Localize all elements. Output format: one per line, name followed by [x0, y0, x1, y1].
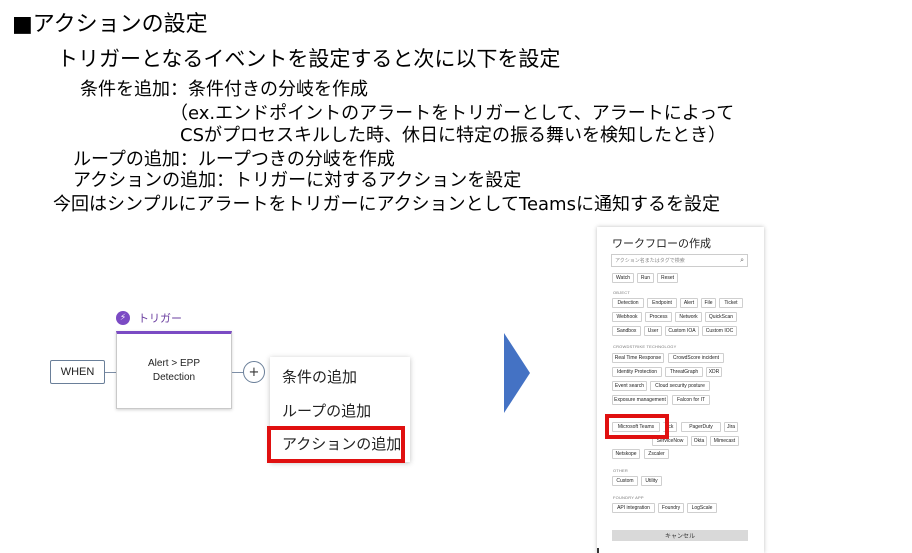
- slide-line-2: 条件を追加：条件付きの分岐を作成: [80, 79, 368, 100]
- chip-user[interactable]: User: [644, 326, 662, 336]
- lightning-icon: ⚡: [116, 311, 130, 325]
- cursor-mark: [597, 548, 599, 553]
- chip-file[interactable]: File: [701, 298, 716, 308]
- trigger-header: ⚡ トリガー: [116, 310, 182, 326]
- trigger-node-line1: Alert > EPP: [148, 358, 200, 369]
- chip-sandbox[interactable]: Sandbox: [612, 326, 641, 336]
- search-placeholder: アクション名またはタグで検索: [615, 258, 685, 264]
- chip-webhook[interactable]: Webhook: [612, 312, 642, 322]
- chip-crowdscore-incident[interactable]: CrowdScore incident: [668, 353, 724, 363]
- highlight-box-teams: [605, 414, 669, 439]
- chip-logscale[interactable]: LogScale: [687, 503, 717, 513]
- chip-netskope[interactable]: Netskope: [612, 449, 640, 459]
- section-foundry: FOUNDRY APP: [613, 495, 644, 500]
- connector-line-2: [232, 372, 243, 373]
- slide-line-1: トリガーとなるイベントを設定すると次に以下を設定: [57, 47, 561, 71]
- chip-network[interactable]: Network: [675, 312, 702, 322]
- chip-jira[interactable]: Jira: [724, 422, 738, 432]
- chip-quickscan[interactable]: QuickScan: [705, 312, 737, 322]
- chip-exposure-management[interactable]: Exposure management: [612, 395, 668, 405]
- trigger-label: トリガー: [138, 312, 182, 325]
- slide-title: ■アクションの設定: [12, 12, 208, 37]
- trigger-node-line2: Detection: [152, 372, 196, 383]
- chip-threatgraph[interactable]: ThreatGraph: [665, 367, 703, 377]
- slide-line-6: アクションの追加：トリガーに対するアクションを設定: [73, 170, 522, 191]
- chip-xdr[interactable]: XDR: [706, 367, 722, 377]
- right-arrow-icon: [504, 333, 530, 413]
- add-step-button[interactable]: +: [243, 361, 265, 383]
- workflow-create-panel: ワークフローの作成 アクション名またはタグで検索 ⌕ Watch Run Res…: [597, 227, 764, 553]
- chip-custom[interactable]: Custom: [612, 476, 638, 486]
- chip-run[interactable]: Run: [637, 273, 654, 283]
- chip-identity-protection[interactable]: Identity Protection: [612, 367, 662, 377]
- chip-utility[interactable]: Utility: [641, 476, 662, 486]
- chip-process[interactable]: Process: [645, 312, 672, 322]
- search-input[interactable]: アクション名またはタグで検索 ⌕: [611, 254, 748, 267]
- section-other: OTHER: [613, 468, 628, 473]
- chip-real-time-response[interactable]: Real Time Response: [612, 353, 664, 363]
- menu-item-add-condition[interactable]: 条件の追加: [270, 360, 410, 393]
- chip-mimecast[interactable]: Mimecast: [710, 436, 739, 446]
- cancel-button[interactable]: キャンセル: [612, 530, 748, 541]
- menu-item-add-loop[interactable]: ループの追加: [270, 394, 410, 427]
- section-crowdstrike: CROWDSTRIKE TECHNOLOGY: [613, 344, 677, 349]
- slide-line-4: CSがプロセスキルした時、休日に特定の振る舞いを検知したとき）: [180, 125, 726, 146]
- trigger-node[interactable]: Alert > EPP Detection: [116, 331, 232, 409]
- chip-alert[interactable]: Alert: [680, 298, 698, 308]
- chip-pagerduty[interactable]: PagerDuty: [681, 422, 721, 432]
- chip-watch[interactable]: Watch: [612, 273, 634, 283]
- chip-falcon-for-it[interactable]: Falcon for IT: [672, 395, 710, 405]
- chip-ticket[interactable]: Ticket: [719, 298, 743, 308]
- slide-line-7: 今回はシンプルにアラートをトリガーにアクションとしてTeamsに通知するを設定: [53, 194, 720, 215]
- chip-endpoint[interactable]: Endpoint: [647, 298, 677, 308]
- chip-foundry[interactable]: Foundry: [658, 503, 684, 513]
- chip-custom-ioa[interactable]: Custom IOA: [665, 326, 699, 336]
- chip-api-integration[interactable]: API integration: [612, 503, 655, 513]
- chip-event-search[interactable]: Event search: [612, 381, 647, 391]
- when-box: WHEN: [50, 360, 105, 384]
- search-icon: ⌕: [740, 257, 744, 264]
- chip-reset[interactable]: Reset: [657, 273, 678, 283]
- chip-detection[interactable]: Detection: [612, 298, 644, 308]
- chip-zscaler[interactable]: Zscaler: [644, 449, 669, 459]
- chip-okta[interactable]: Okta: [691, 436, 707, 446]
- panel-title: ワークフローの作成: [612, 237, 711, 250]
- highlight-box-action: [267, 426, 405, 463]
- section-object: OBJECT: [613, 290, 630, 295]
- chip-cloud-security-posture[interactable]: Cloud security posture: [650, 381, 710, 391]
- chip-custom-ioc[interactable]: Custom IOC: [702, 326, 737, 336]
